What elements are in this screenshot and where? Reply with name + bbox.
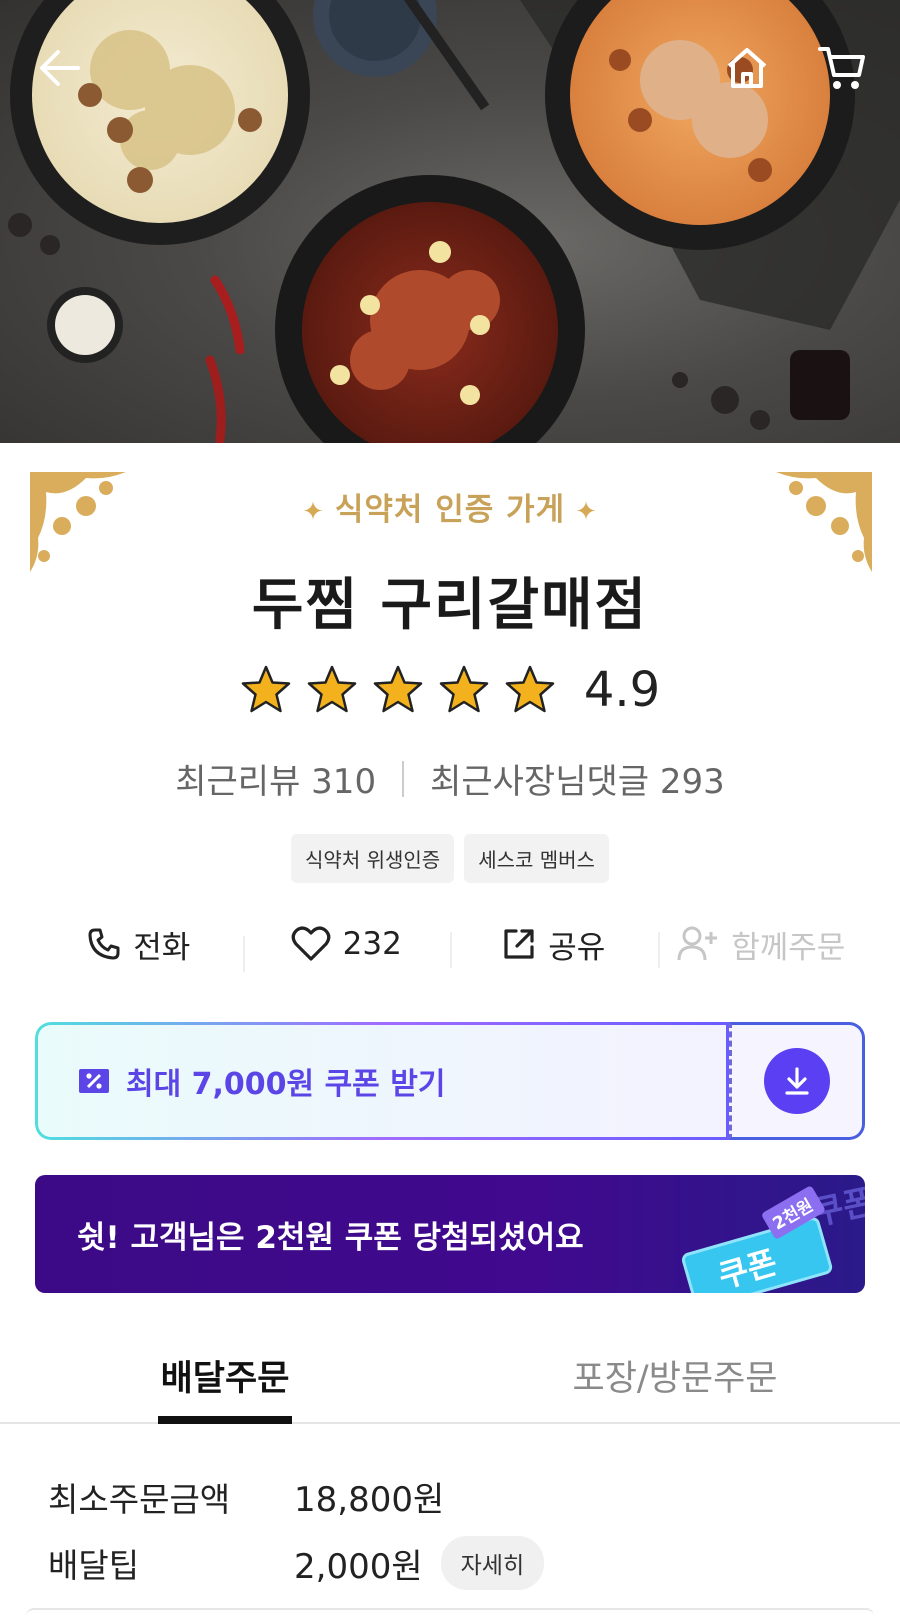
action-bar: 전화 232 공유 함께주문 [35,916,865,972]
store-name: 두찜 구리갈매점 [251,573,649,638]
delivery-tip-detail-button[interactable]: 자세히 [440,1536,545,1590]
share-button[interactable]: 공유 [450,922,658,968]
star-icon [505,665,555,713]
recent-reviews-link[interactable]: 최근리뷰 310 [175,754,376,803]
add-user-icon [677,926,718,961]
store-tags: 식약처 위생인증 세스코 멤버스 [0,834,900,883]
arrow-left-icon [40,50,80,86]
home-button[interactable] [717,38,777,98]
rating-value: 4.9 [583,662,661,718]
min-order-label: 최소주문금액 [48,1479,231,1519]
sparkle-icon: ✦ [575,497,598,527]
tab-delivery[interactable]: 배달주문 [0,1322,450,1422]
group-order-button[interactable]: 함께주문 [657,922,866,968]
star-icon [241,665,291,713]
divider [402,760,405,797]
hero-food-image [0,0,900,443]
delivery-tip-row: 배달팁 2,000원 자세히 [48,1536,545,1590]
download-icon [785,1067,809,1095]
delivery-tip-label: 배달팁 [48,1546,140,1585]
coupon-ticket-icon: 쿠폰 쿠폰 2천원 [681,1185,865,1293]
star-icon [307,665,357,713]
rating-row[interactable]: 4.9 [0,662,900,718]
heart-icon [291,926,331,961]
download-circle [764,1048,830,1114]
review-stats: 최근리뷰 310 최근사장님댓글 293 [0,754,900,803]
tag-hygiene: 식약처 위생인증 [291,834,455,883]
min-order-row: 최소주문금액 18,800원 [48,1472,444,1521]
bottom-sheet-edge [26,1608,874,1616]
coupon-banner[interactable]: 최대 7,000원 쿠폰 받기 [35,1022,865,1140]
home-icon [727,48,767,88]
call-button[interactable]: 전화 [35,922,243,967]
delivery-tip-value: 2,000원 [294,1546,423,1587]
coupon-receive-button[interactable]: 최대 7,000원 쿠폰 받기 [35,1022,729,1140]
phone-icon [88,928,120,960]
star-icon [439,665,489,713]
tab-pickup[interactable]: 포장/방문주문 [450,1322,900,1422]
tag-cesco: 세스코 멤버스 [464,834,609,883]
coupon-icon [79,1069,109,1093]
cart-icon [818,47,865,89]
like-button[interactable]: 232 [242,926,451,972]
coupon-label: 최대 7,000원 쿠폰 받기 [126,1067,446,1102]
coupon-download-button[interactable] [729,1022,865,1140]
min-order-value: 18,800원 [294,1480,445,1520]
sparkle-icon: ✦ [302,497,325,527]
star-icon [373,665,423,713]
promo-banner[interactable]: 쉿! 고객님은 2천원 쿠폰 당첨되셨어요 쿠폰 쿠폰 2천원 [35,1175,865,1293]
promo-text: 쉿! 고객님은 2천원 쿠폰 당첨되셨어요 [77,1219,584,1256]
back-button[interactable] [30,38,90,98]
order-type-tabs: 배달주문 포장/방문주문 [0,1322,900,1424]
certification-label: ✦ 식약처 인증 가게 ✦ [302,492,598,528]
cart-button[interactable] [812,38,872,98]
share-icon [504,929,534,959]
owner-replies-link[interactable]: 최근사장님댓글 293 [430,754,725,803]
